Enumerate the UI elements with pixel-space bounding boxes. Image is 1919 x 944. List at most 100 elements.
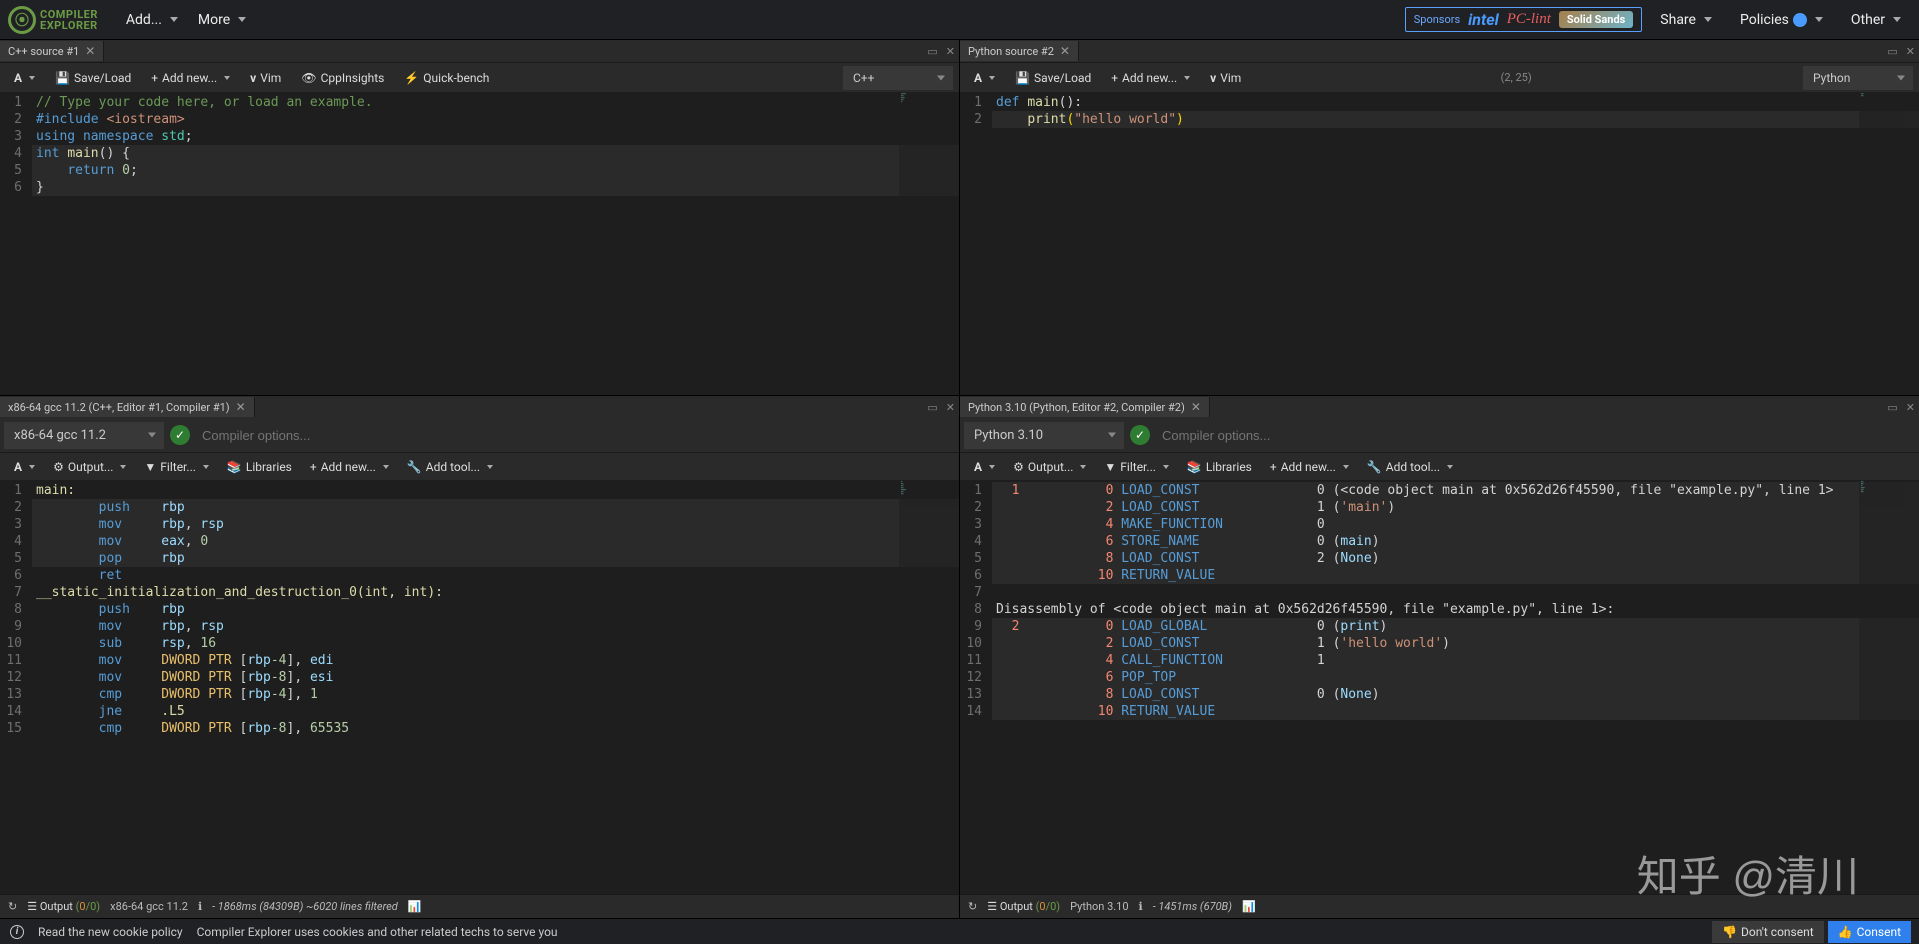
add-new-button[interactable]: +Add new... [143, 67, 238, 89]
panel-py-source: Python source #2 ✕ ▭ ✕ A 💾Save/Load +Add … [960, 40, 1919, 395]
save-icon: 💾 [55, 71, 70, 85]
statusbar-py: ↻ ☰ Output (0/0) Python 3.10 ℹ - 1451ms … [960, 894, 1919, 918]
vim-button[interactable]: ν Vim [242, 67, 289, 89]
libraries-button[interactable]: 📚Libraries [219, 456, 300, 478]
close-icon[interactable]: ✕ [1906, 401, 1915, 414]
status-ok-icon: ✓ [1130, 425, 1150, 445]
minimap[interactable]: ▀▀▀▀▀▀▀▀▀▀▀▀ [899, 92, 959, 395]
plus-icon: + [1270, 460, 1277, 474]
filter-button[interactable]: ▼Filter... [136, 456, 217, 478]
save-icon: 💾 [1015, 71, 1030, 85]
asm-view-cpp[interactable]: 123456789101112131415 main: push rbp mov… [0, 480, 959, 894]
save-load-button[interactable]: 💾Save/Load [1007, 67, 1099, 89]
maximize-icon[interactable]: ▭ [927, 401, 937, 414]
language-select[interactable]: Python [1803, 66, 1913, 90]
output-toggle[interactable]: ☰ Output (0/0) [987, 900, 1060, 913]
font-button[interactable]: A [6, 456, 43, 478]
sponsor-pclint: PC-lint [1507, 11, 1551, 28]
asm-view-py[interactable]: 1234567891011121314 1 0 LOAD_CONST 0 (<c… [960, 480, 1919, 894]
close-icon[interactable]: ✕ [236, 400, 246, 414]
minimap[interactable]: ▀▀▀▀▀▀▀▀▀▀▀▀▀▀▀ [899, 480, 959, 894]
maximize-icon[interactable]: ▭ [1887, 45, 1897, 58]
filter-icon: ▼ [1104, 460, 1116, 474]
cookie-bar: i Read the new cookie policy Compiler Ex… [0, 918, 1919, 944]
language-select[interactable]: C++ [843, 66, 953, 90]
output-button[interactable]: ⚙Output... [45, 456, 134, 478]
cookie-policy-link[interactable]: Read the new cookie policy [38, 925, 183, 939]
cppinsights-button[interactable]: 👁CppInsights [293, 67, 392, 89]
topbar: ⦿ COMPILER EXPLORER Add... More Sponsors… [0, 0, 1919, 40]
logo-text-bottom: EXPLORER [40, 20, 98, 31]
wrench-icon: 🔧 [407, 460, 422, 474]
status-timing: - 1868ms (84309B) ~6020 lines filtered [212, 900, 398, 913]
info-icon[interactable]: i [10, 925, 24, 939]
font-button[interactable]: A [966, 67, 1003, 89]
libraries-button[interactable]: 📚Libraries [1179, 456, 1260, 478]
save-load-button[interactable]: 💾Save/Load [47, 67, 139, 89]
status-timing: - 1451ms (670B) [1153, 900, 1232, 913]
sponsor-solidsands: Solid Sands [1559, 11, 1633, 28]
close-icon[interactable]: ✕ [1906, 45, 1915, 58]
tab-row: C++ source #1 ✕ ▭ ✕ [0, 40, 959, 62]
gear-icon: ⚙ [53, 460, 64, 474]
info-icon[interactable]: ℹ [1139, 900, 1143, 913]
info-icon[interactable]: ℹ [198, 900, 202, 913]
chart-icon[interactable]: 📊 [1242, 900, 1256, 913]
nav-share[interactable]: Share [1650, 6, 1722, 34]
sponsors-box[interactable]: Sponsors intel PC-lint Solid Sands [1405, 7, 1643, 32]
nav-other[interactable]: Other [1841, 6, 1911, 34]
tab-py-source[interactable]: Python source #2 ✕ [960, 41, 1079, 61]
wrench-icon: 🔧 [1367, 460, 1382, 474]
close-icon[interactable]: ✕ [1191, 400, 1201, 414]
sponsors-label: Sponsors [1414, 13, 1460, 26]
close-icon[interactable]: ✕ [946, 45, 955, 58]
close-icon[interactable]: ✕ [85, 44, 95, 58]
add-new-button[interactable]: +Add new... [302, 456, 397, 478]
nav-add[interactable]: Add... [116, 6, 188, 34]
font-button[interactable]: A [966, 456, 1003, 478]
add-tool-button[interactable]: 🔧Add tool... [1359, 456, 1461, 478]
thumbs-up-icon: 👍 [1838, 925, 1853, 939]
maximize-icon[interactable]: ▭ [927, 45, 937, 58]
add-new-button[interactable]: +Add new... [1103, 67, 1198, 89]
add-new-button[interactable]: +Add new... [1262, 456, 1357, 478]
tab-cpp-output[interactable]: x86-64 gcc 11.2 (C++, Editor #1, Compile… [0, 397, 255, 417]
editor-cpp[interactable]: 123456 // Type your code here, or load a… [0, 92, 959, 395]
cursor-position: (2, 25) [1501, 71, 1552, 84]
reload-icon[interactable]: ↻ [968, 900, 977, 913]
compiler-options-input[interactable] [1156, 422, 1915, 449]
plus-icon: + [151, 71, 158, 85]
status-compiler: x86-64 gcc 11.2 [110, 900, 188, 913]
reload-icon[interactable]: ↻ [8, 900, 17, 913]
nav-more[interactable]: More [188, 6, 256, 34]
logo[interactable]: ⦿ COMPILER EXPLORER [8, 6, 98, 34]
tab-py-output[interactable]: Python 3.10 (Python, Editor #2, Compiler… [960, 397, 1210, 417]
tab-cpp-source[interactable]: C++ source #1 ✕ [0, 41, 104, 61]
minimap[interactable]: ▀▀▀▀▀▀▀▀▀▀▀▀ [1859, 480, 1919, 894]
bell-icon [1793, 13, 1807, 27]
chart-icon[interactable]: 📊 [408, 900, 422, 913]
filter-icon: ▼ [144, 460, 156, 474]
vim-button[interactable]: ν Vim [1202, 67, 1249, 89]
dont-consent-button[interactable]: 👎Don't consent [1712, 921, 1824, 943]
output-toggle[interactable]: ☰ Output (0/0) [27, 900, 100, 913]
editor-py[interactable]: 12 def main(): print("hello world") ▀▀▀▀ [960, 92, 1919, 395]
compiler-select[interactable]: Python 3.10 [964, 422, 1124, 449]
close-icon[interactable]: ✕ [946, 401, 955, 414]
bolt-icon: ⚡ [404, 71, 419, 85]
output-button[interactable]: ⚙Output... [1005, 456, 1094, 478]
compiler-options-input[interactable] [196, 422, 955, 449]
minimap[interactable]: ▀▀▀▀ [1859, 92, 1919, 395]
logo-text-top: COMPILER [40, 9, 98, 20]
maximize-icon[interactable]: ▭ [1887, 401, 1897, 414]
add-tool-button[interactable]: 🔧Add tool... [399, 456, 501, 478]
consent-button[interactable]: 👍Consent [1828, 921, 1911, 943]
cookie-text: Compiler Explorer uses cookies and other… [197, 925, 558, 939]
compiler-select[interactable]: x86-64 gcc 11.2 [4, 422, 164, 449]
filter-button[interactable]: ▼Filter... [1096, 456, 1177, 478]
font-button[interactable]: A [6, 67, 43, 89]
panel-cpp-output: x86-64 gcc 11.2 (C++, Editor #1, Compile… [0, 396, 959, 918]
quickbench-button[interactable]: ⚡Quick-bench [396, 67, 497, 89]
nav-policies[interactable]: Policies [1730, 6, 1833, 34]
close-icon[interactable]: ✕ [1060, 44, 1070, 58]
